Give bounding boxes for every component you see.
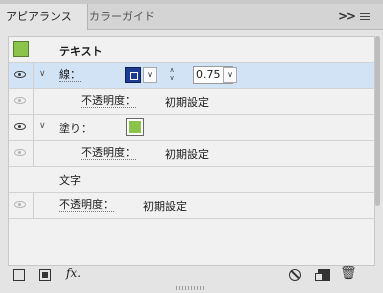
collapse-panel-button[interactable]: >> (338, 4, 356, 29)
fill-color-swatch[interactable] (126, 118, 144, 136)
stroke-opacity-visibility-toggle[interactable] (9, 89, 34, 114)
appearance-header-row[interactable]: テキスト (9, 37, 374, 63)
text-opacity-visibility-toggle[interactable] (9, 193, 34, 218)
fill-opacity-row[interactable]: 不透明度： 初期設定 (9, 141, 374, 167)
trash-icon[interactable]: 🗑 (340, 267, 357, 281)
characters-row[interactable]: 文字 (9, 167, 374, 193)
stroke-opacity-row[interactable]: 不透明度： 初期設定 (9, 89, 374, 115)
eye-icon (14, 201, 26, 208)
clear-appearance-icon[interactable] (289, 269, 301, 281)
add-new-fill-icon[interactable] (39, 269, 51, 281)
fill-opacity-value: 初期設定 (165, 148, 209, 161)
fill-visibility-toggle[interactable] (9, 115, 34, 140)
stroke-label[interactable]: 線： (59, 68, 81, 82)
stroke-opacity-value: 初期設定 (165, 96, 209, 109)
fill-opacity-label[interactable]: 不透明度： (81, 146, 136, 160)
text-opacity-label[interactable]: 不透明度： (59, 198, 114, 212)
text-opacity-row[interactable]: 不透明度： 初期設定 (9, 193, 374, 219)
hamburger-menu-icon[interactable] (357, 4, 373, 29)
stroke-row[interactable]: ∨ 線： ∨ ∧ ∨ 0.75 pt ∨ (9, 63, 374, 89)
panel-bottom-toolbar: fx. 🗑 (0, 264, 383, 286)
eye-icon (14, 71, 26, 78)
text-opacity-value: 初期設定 (143, 200, 187, 213)
stroke-color-dropdown[interactable]: ∨ (143, 67, 157, 83)
panel-tab-bar: アピアランス カラーガイド >> (0, 4, 383, 30)
stroke-opacity-label[interactable]: 不透明度： (81, 94, 136, 108)
add-new-effect-button[interactable]: fx. (66, 266, 84, 280)
eye-icon (14, 97, 26, 104)
chevron-down-icon[interactable]: ∨ (39, 69, 46, 79)
stroke-color-swatch[interactable] (125, 67, 141, 83)
fill-row[interactable]: ∨ 塗り： (9, 115, 374, 141)
chevron-down-icon[interactable]: ∨ (39, 121, 46, 131)
stroke-weight-stepper[interactable]: ∧ ∨ (165, 66, 179, 84)
tab-color-guide[interactable]: カラーガイド (83, 4, 161, 29)
fill-opacity-visibility-toggle[interactable] (9, 141, 34, 166)
fill-label[interactable]: 塗り： (59, 120, 92, 136)
stroke-visibility-toggle[interactable] (9, 63, 34, 88)
duplicate-item-icon[interactable] (315, 269, 330, 281)
resize-grip[interactable] (176, 286, 206, 290)
text-object-swatch (13, 41, 29, 57)
eye-icon (14, 123, 26, 130)
scrollbar-thumb[interactable] (375, 36, 380, 206)
vertical-scrollbar[interactable] (375, 36, 381, 264)
tab-appearance[interactable]: アピアランス (0, 4, 88, 30)
object-type-label: テキスト (59, 45, 103, 58)
add-new-stroke-icon[interactable] (13, 269, 25, 281)
appearance-list: テキスト ∨ 線： ∨ ∧ ∨ 0.75 pt ∨ 不透明度： 初期設定 ∨ 塗り… (8, 36, 375, 266)
stroke-weight-dropdown[interactable]: ∨ (223, 67, 237, 83)
characters-label[interactable]: 文字 (59, 172, 81, 188)
eye-icon (14, 149, 26, 156)
